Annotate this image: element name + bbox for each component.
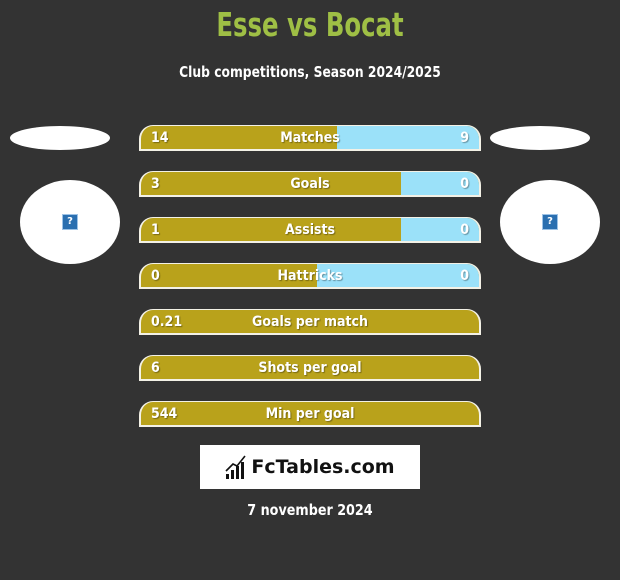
right-team-value: 0 — [460, 222, 469, 238]
right-team-logo: ? — [500, 180, 600, 264]
stat-label: Assists — [284, 222, 336, 238]
stat-label: Matches — [280, 130, 340, 146]
right-team-value: 9 — [460, 130, 469, 146]
logo-text: FcTables.com — [251, 456, 395, 478]
stat-bar-goals: Goals 3 0 — [139, 171, 481, 197]
stat-label: Goals per match — [252, 314, 368, 330]
stat-bar-assists: Assists 1 0 — [139, 217, 481, 243]
fctables-logo[interactable]: FcTables.com — [200, 445, 420, 489]
left-team-value: 544 — [151, 406, 178, 422]
stat-label: Shots per goal — [258, 360, 362, 376]
competition-subtitle: Club competitions, Season 2024/2025 — [179, 63, 441, 81]
stat-bar-hattricks: Hattricks 0 0 — [139, 263, 481, 289]
broken-image-icon: ? — [62, 214, 78, 230]
left-team-value: 0.21 — [151, 314, 183, 330]
right-team-value: 0 — [460, 176, 469, 192]
left-team-value: 0 — [151, 268, 160, 284]
right-team-value: 0 — [460, 268, 469, 284]
stat-bar-matches: Matches 14 9 — [139, 125, 481, 151]
left-team-value: 3 — [151, 176, 160, 192]
bar-chart-trend-icon — [225, 455, 247, 479]
left-team-logo: ? — [20, 180, 120, 264]
left-team-value: 1 — [151, 222, 160, 238]
left-team-value: 14 — [151, 130, 169, 146]
left-team-name-oval — [10, 126, 110, 150]
page-title: Esse vs Bocat — [216, 5, 404, 44]
stat-label: Goals — [290, 176, 330, 192]
stat-bar-goals-per-match: Goals per match 0.21 — [139, 309, 481, 335]
date-label: 7 november 2024 — [247, 501, 373, 519]
broken-image-icon: ? — [542, 214, 558, 230]
stat-label: Hattricks — [277, 268, 343, 284]
right-team-name-oval — [490, 126, 590, 150]
left-team-value: 6 — [151, 360, 160, 376]
stat-bar-shots-per-goal: Shots per goal 6 — [139, 355, 481, 381]
stat-bar-min-per-goal: Min per goal 544 — [139, 401, 481, 427]
stat-label: Min per goal — [265, 406, 355, 422]
